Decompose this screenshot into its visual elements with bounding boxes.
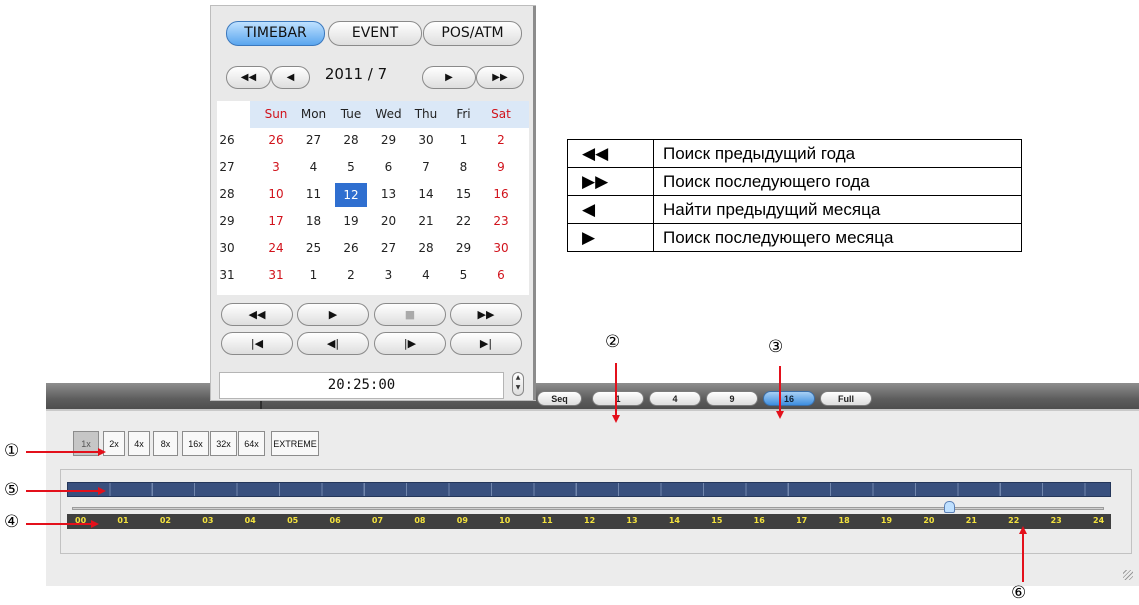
callout-arrows xyxy=(26,363,1027,582)
